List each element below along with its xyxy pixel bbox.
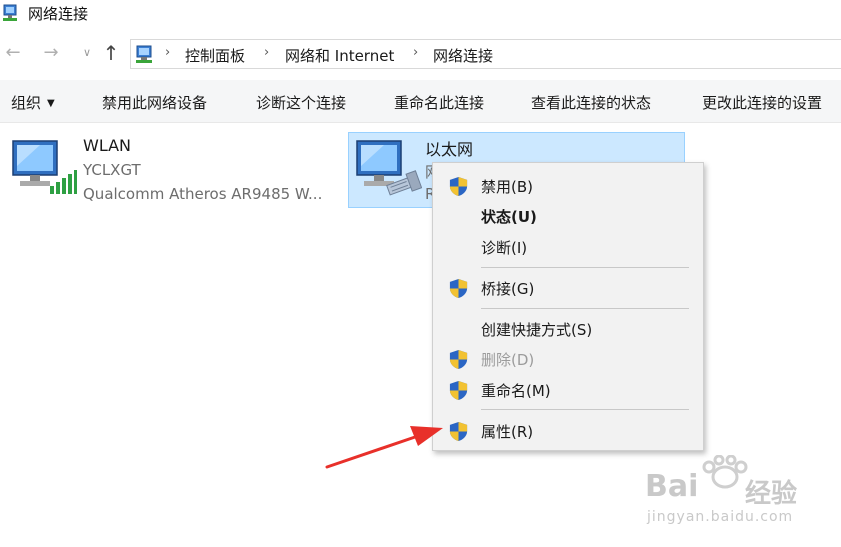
- up-arrow-icon[interactable]: ↑: [100, 42, 122, 64]
- command-bar: 组织 ▼ 禁用此网络设备 诊断这个连接 重命名此连接 查看此连接的状态 更改此连接…: [0, 80, 841, 123]
- context-menu: 禁用(B) 状态(U) 诊断(I) 桥接(G) 创建快捷方式(S) 删除(D) …: [432, 162, 704, 451]
- watermark-brand-suffix: 经验: [745, 479, 798, 509]
- uac-shield-icon: [449, 421, 468, 442]
- menu-item-properties[interactable]: 属性(R): [433, 418, 703, 444]
- menu-item-label: 重命名(M): [481, 382, 551, 400]
- navigation-bar: ← → ∨ ↑ › 控制面板 › 网络和 Internet › 网络连接: [0, 38, 841, 70]
- menu-item-label: 删除(D): [481, 351, 535, 369]
- title-bar: 网络连接: [0, 0, 841, 28]
- adapter-device: Qualcomm Atheros AR9485 W...: [83, 185, 323, 203]
- menu-separator: [481, 409, 689, 410]
- adapter-network: YCLXGT: [83, 161, 141, 179]
- menu-item-label: 桥接(G): [481, 280, 535, 298]
- organize-button[interactable]: 组织 ▼: [11, 92, 55, 113]
- menu-item-label: 状态(U): [481, 208, 537, 226]
- menu-item-disable[interactable]: 禁用(B): [433, 173, 703, 199]
- chevron-right-icon: ›: [165, 45, 171, 60]
- network-connections-icon: [3, 4, 17, 21]
- caret-down-icon: ▼: [47, 98, 55, 109]
- diagnose-connection-button[interactable]: 诊断这个连接: [256, 92, 346, 113]
- menu-item-status[interactable]: 状态(U): [433, 203, 703, 229]
- rename-connection-button[interactable]: 重命名此连接: [394, 92, 484, 113]
- menu-separator: [481, 308, 689, 309]
- menu-item-label: 属性(R): [481, 423, 534, 441]
- adapter-name: 以太网: [425, 140, 474, 159]
- address-bar[interactable]: › 控制面板 › 网络和 Internet › 网络连接: [130, 39, 841, 69]
- adapter-name: WLAN: [83, 136, 132, 155]
- baidu-jingyan-watermark: Bai 经验 jingyan.baidu.com: [645, 455, 835, 535]
- chevron-down-icon[interactable]: ∨: [76, 42, 98, 64]
- menu-item-diagnose[interactable]: 诊断(I): [433, 234, 703, 260]
- breadcrumb-control-panel[interactable]: 控制面板: [185, 45, 245, 66]
- forward-arrow-icon[interactable]: →: [40, 42, 62, 64]
- disable-device-button[interactable]: 禁用此网络设备: [102, 92, 207, 113]
- change-settings-button[interactable]: 更改此连接的设置: [702, 92, 822, 113]
- breadcrumb-network-internet[interactable]: 网络和 Internet: [285, 45, 394, 66]
- chevron-right-icon: ›: [413, 45, 419, 60]
- paw-logo-icon: [702, 455, 748, 489]
- watermark-url: jingyan.baidu.com: [647, 509, 794, 525]
- window-title: 网络连接: [28, 5, 89, 23]
- menu-item-rename[interactable]: 重命名(M): [433, 377, 703, 403]
- breadcrumb-network-connections[interactable]: 网络连接: [433, 45, 493, 66]
- uac-shield-icon: [449, 278, 468, 299]
- menu-item-label: 禁用(B): [481, 178, 533, 196]
- menu-item-label: 创建快捷方式(S): [481, 321, 593, 339]
- menu-item-delete: 删除(D): [433, 346, 703, 372]
- menu-item-create-shortcut[interactable]: 创建快捷方式(S): [433, 316, 703, 342]
- watermark-brand: Bai: [645, 469, 699, 504]
- menu-item-label: 诊断(I): [481, 239, 528, 257]
- uac-shield-icon: [449, 380, 468, 401]
- menu-separator: [481, 267, 689, 268]
- uac-shield-icon: [449, 349, 468, 370]
- ethernet-adapter-icon: [356, 140, 422, 196]
- wifi-adapter-icon: [12, 140, 77, 194]
- uac-shield-icon: [449, 176, 468, 197]
- view-status-button[interactable]: 查看此连接的状态: [531, 92, 651, 113]
- menu-item-bridge[interactable]: 桥接(G): [433, 275, 703, 301]
- control-panel-icon: [136, 45, 152, 63]
- chevron-right-icon: ›: [264, 45, 270, 60]
- back-arrow-icon[interactable]: ←: [2, 42, 24, 64]
- adapter-wlan[interactable]: WLAN YCLXGT Qualcomm Atheros AR9485 W...: [8, 132, 343, 208]
